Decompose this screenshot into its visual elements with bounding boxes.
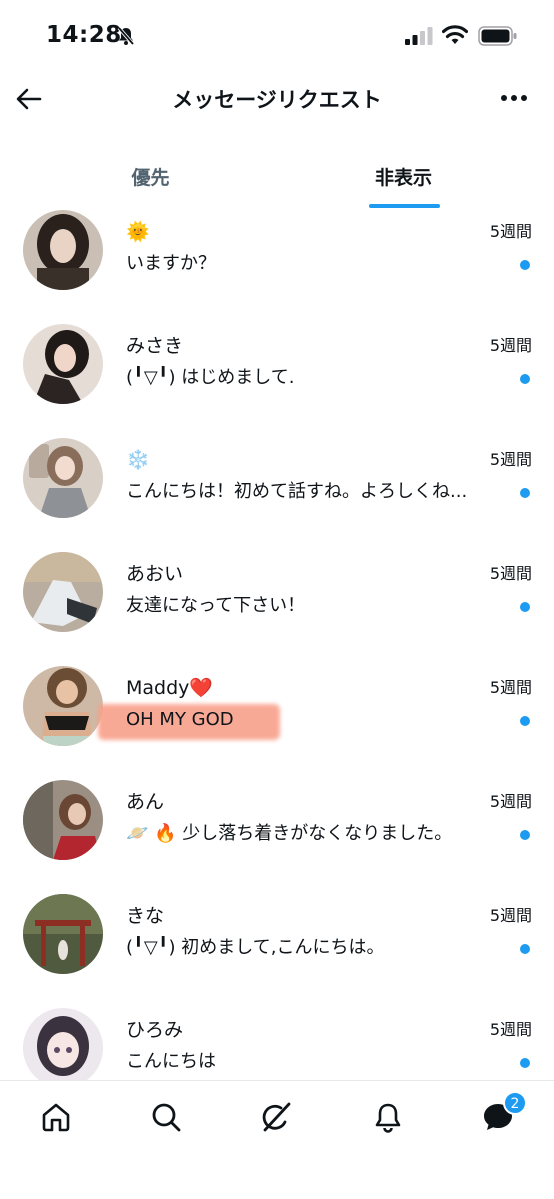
nav-home[interactable] [36,1097,76,1137]
wifi-icon [442,25,468,44]
message-preview: OH MY GOD [126,709,234,730]
sender-name: ひろみ [126,1019,184,1041]
message-preview: こんにちは！初めて話すね。よろしくね... [126,481,468,502]
avatar [23,894,103,974]
avatar [23,324,103,404]
time-label: 5週間 [489,906,532,925]
search-icon [152,1103,181,1132]
list-item[interactable]: 🌞 5週間 いますか？ [0,208,554,322]
sender-name: 🌞 [126,221,150,243]
sender-name: みさき [126,335,184,357]
battery-icon [478,26,517,46]
unread-dot [520,488,530,498]
avatar [23,210,103,290]
message-preview: (╹▽╹) はじめまして. [126,367,295,388]
time-label: 5週間 [489,564,532,583]
tab-hidden-label: 非表示 [374,167,432,189]
unread-dot [520,830,530,840]
avatar [23,666,103,746]
message-preview: 🪐 🔥 少し落ち着きがなくなりました。 [126,823,453,844]
message-preview: いますか？ [126,253,216,274]
status-time: 14:28 [46,22,122,48]
list-item[interactable]: みさき 5週間 (╹▽╹) はじめまして. [0,322,554,436]
page-title: メッセージリクエスト [172,88,382,112]
grok-icon [262,1102,291,1132]
sender-name: あおい [126,563,184,585]
unread-dot [520,1058,530,1068]
messages-badge: 2 [503,1091,527,1115]
message-preview: 友達になって下さい！ [126,595,306,616]
sender-name: ❄️ [126,449,150,471]
avatar [23,552,103,632]
list-item[interactable]: あん 5週間 🪐 🔥 少し落ち着きがなくなりました。 [0,778,554,892]
unread-dot [520,260,530,270]
more-icon [501,95,527,101]
tab-priority-label: 優先 [131,167,170,189]
more-options-button[interactable] [498,86,530,110]
avatar [23,438,103,518]
time-label: 5週間 [489,336,532,355]
unread-dot [520,374,530,384]
list-item[interactable]: あおい 5週間 友達になって下さい！ [0,550,554,664]
tab-bar: 優先 非表示 [0,150,554,210]
bottom-navigation: 2 [0,1080,554,1199]
time-label: 5週間 [489,792,532,811]
avatar [23,1008,103,1080]
time-label: 5週間 [489,450,532,469]
nav-notifications[interactable] [368,1097,408,1137]
sender-name: Maddy❤️ [126,677,214,699]
sender-name: あん [126,791,165,813]
sender-name: きな [126,905,165,927]
list-item[interactable]: きな 5週間 (╹▽╹) 初めまして,こんにちは。 [0,892,554,1006]
tab-hidden[interactable]: 非表示 [265,150,542,210]
avatar [23,780,103,860]
list-item[interactable]: ❄️ 5週間 こんにちは！初めて話すね。よろしくね... [0,436,554,550]
time-label: 5週間 [489,678,532,697]
list-item[interactable]: ひろみ 5週間 こんにちは [0,1006,554,1080]
message-preview: (╹▽╹) 初めまして,こんにちは。 [126,937,385,958]
header: メッセージリクエスト [0,72,554,128]
signal-icon [405,27,433,45]
unread-dot [520,716,530,726]
unread-dot [520,944,530,954]
home-icon [42,1103,70,1132]
message-request-list: 🌞 5週間 いますか？ みさき 5週間 (╹▽╹) はじめまして. ❄️ 5週間… [0,206,554,1080]
nav-grok[interactable] [256,1097,296,1137]
notifications-icon [375,1103,401,1133]
unread-dot [520,602,530,612]
bell-off-icon [117,26,135,46]
time-label: 5週間 [489,222,532,241]
message-preview: こんにちは [126,1051,216,1072]
nav-search[interactable] [146,1097,186,1137]
tab-priority[interactable]: 優先 [12,150,289,210]
list-item[interactable]: Maddy❤️ 5週間 OH MY GOD [0,664,554,778]
time-label: 5週間 [489,1020,532,1039]
status-bar: 14:28 [0,0,554,72]
